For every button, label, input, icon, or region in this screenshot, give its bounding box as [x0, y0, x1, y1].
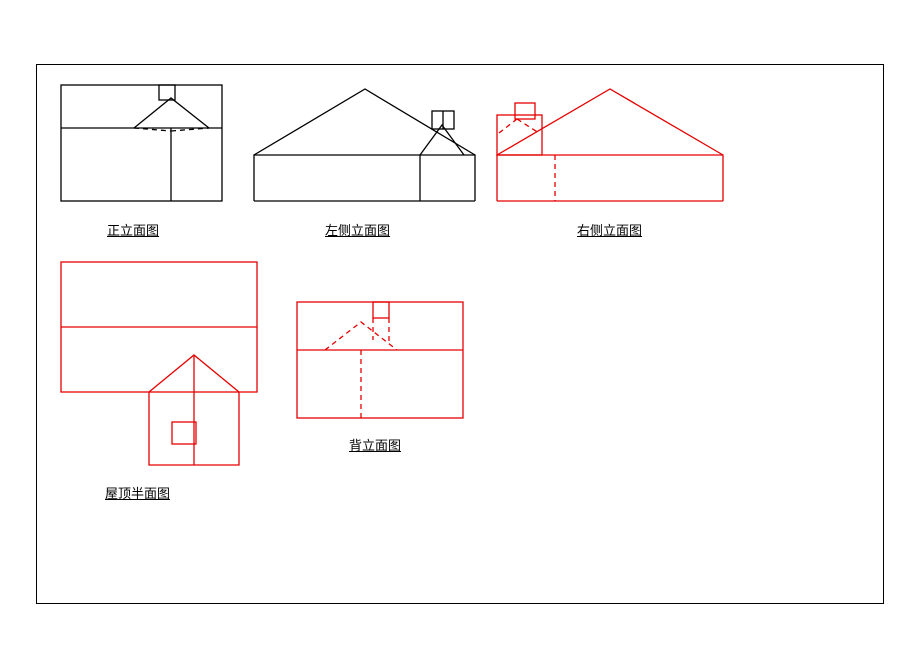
page-frame: 正立面图 左侧立面图	[36, 64, 884, 604]
drawing-back-elevation	[295, 300, 465, 420]
left-elevation-svg	[252, 83, 477, 203]
roof-plan-svg	[59, 260, 259, 470]
drawing-left-elevation	[252, 83, 477, 203]
caption-left-elevation: 左侧立面图	[325, 220, 390, 239]
caption-back-elevation: 背立面图	[349, 435, 401, 454]
caption-roof-plan: 屋顶半面图	[105, 483, 170, 502]
drawing-front-elevation	[59, 83, 224, 203]
front-elevation-svg	[59, 83, 224, 203]
caption-front-elevation: 正立面图	[107, 220, 159, 239]
right-elevation-svg	[495, 83, 725, 203]
back-elevation-svg	[295, 300, 465, 420]
drawing-right-elevation	[495, 83, 725, 203]
caption-right-elevation: 右侧立面图	[577, 220, 642, 239]
drawing-roof-plan	[59, 260, 259, 470]
